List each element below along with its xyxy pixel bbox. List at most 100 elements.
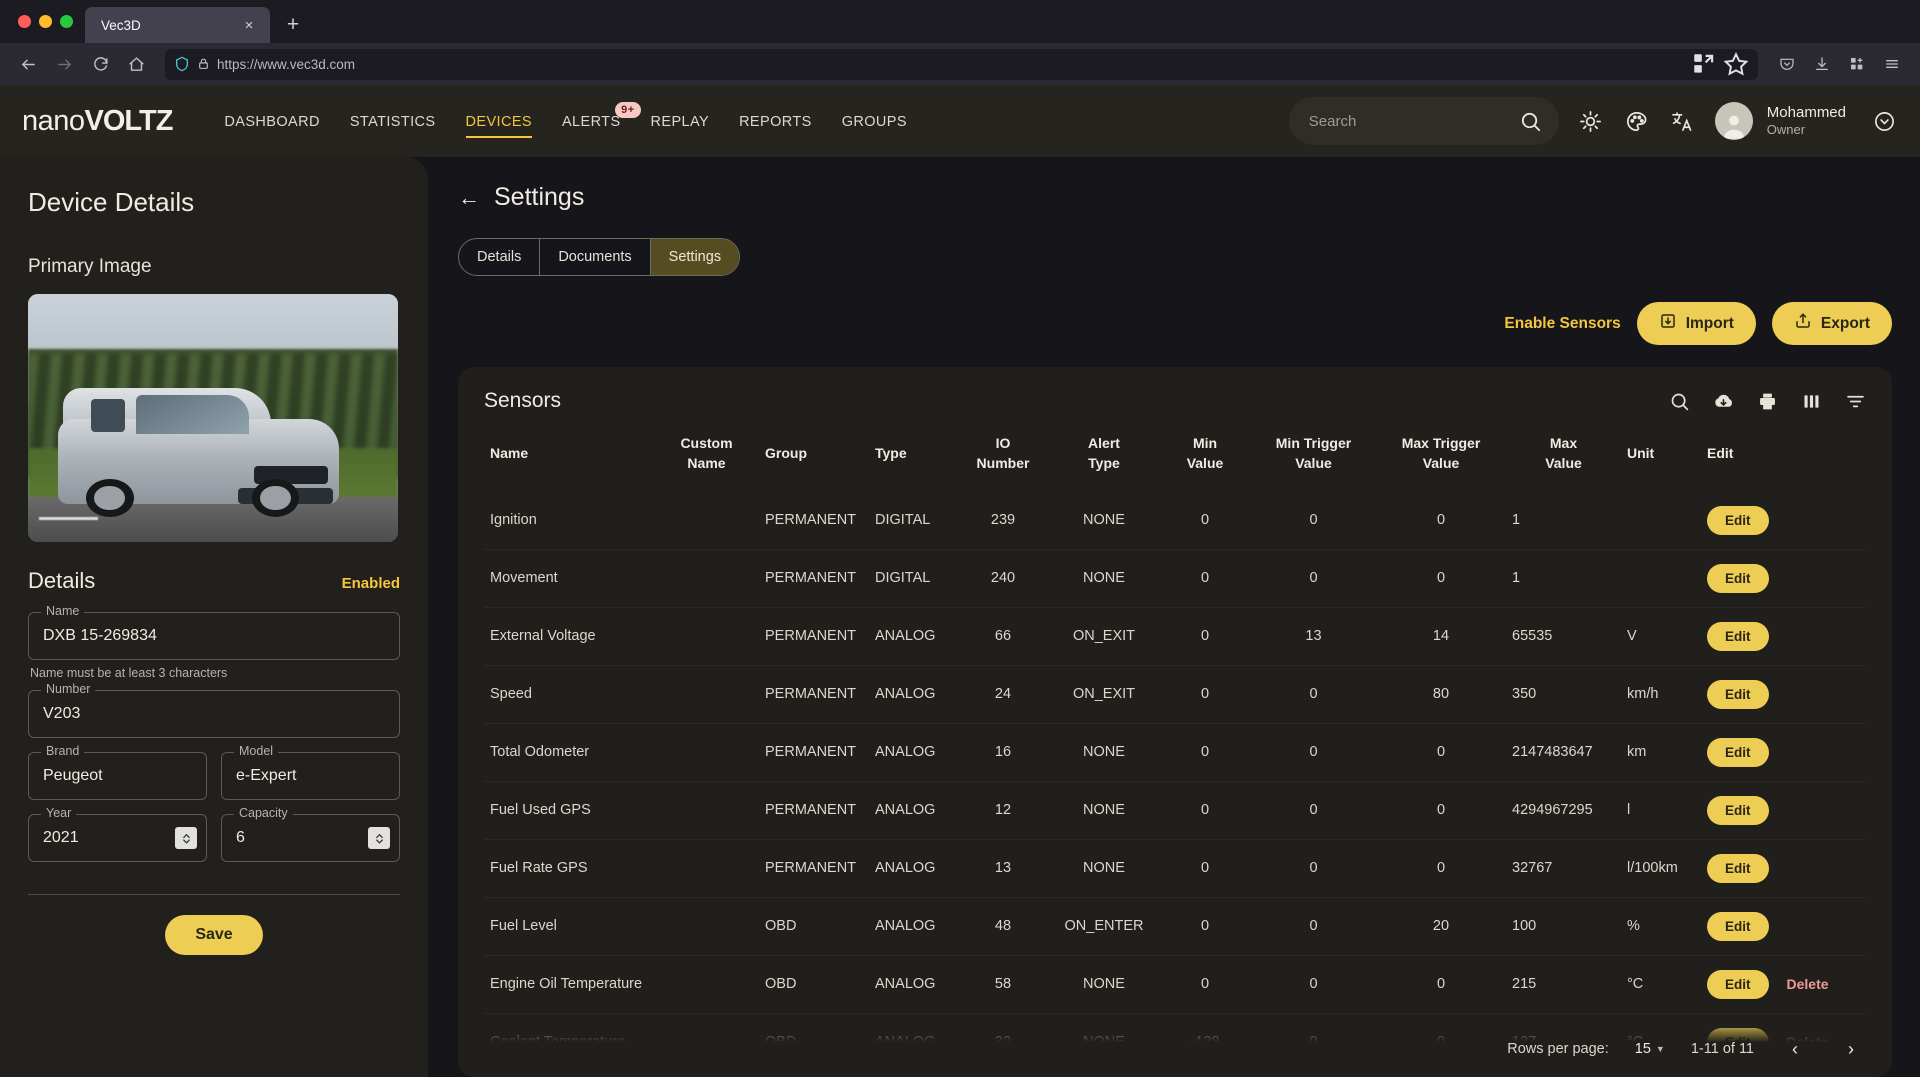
translate-icon[interactable] — [1669, 107, 1697, 135]
column-header-name[interactable]: Name — [484, 423, 654, 492]
name-input[interactable]: DXB 15-269834 — [28, 612, 400, 660]
bookmark-star-icon[interactable] — [1723, 51, 1749, 77]
back-arrow-icon[interactable]: ← — [458, 186, 480, 209]
download-cloud-icon[interactable] — [1712, 390, 1734, 412]
edit-button[interactable]: Edit — [1707, 853, 1769, 883]
column-header-min-trigger-value[interactable]: Min Trigger Value — [1251, 423, 1376, 492]
table-row[interactable]: Total Odometer PERMANENT ANALOG 16 NONE 0 0 0 21… — [484, 722, 1866, 782]
global-search[interactable] — [1288, 97, 1559, 145]
save-button[interactable]: Save — [165, 915, 263, 955]
search-input[interactable] — [1308, 112, 1509, 130]
table-row[interactable]: External Voltage PERMANENT ANALOG 66 ON_EXIT… — [484, 606, 1866, 666]
sensors-table-wrapper[interactable]: Name Custom Name Group Type IO Number Al… — [458, 423, 1892, 1077]
header-line-1: Min Trigger — [1275, 435, 1352, 451]
table-row[interactable]: Engine Oil Temperature OBD ANALOG 58 NONE 0 0 0… — [484, 954, 1866, 1014]
maximize-window-button[interactable] — [60, 15, 73, 28]
theme-palette-icon[interactable] — [1623, 107, 1651, 135]
rows-per-page-value: 15 — [1634, 1041, 1651, 1057]
edit-button[interactable]: Edit — [1707, 795, 1769, 825]
nav-item-devices[interactable]: DEVICES — [465, 90, 533, 152]
back-icon[interactable] — [12, 49, 45, 80]
capacity-stepper[interactable] — [368, 827, 390, 849]
extension-icon[interactable] — [1691, 51, 1717, 77]
previous-page-button[interactable]: ‹ — [1780, 1034, 1810, 1064]
column-header-unit[interactable]: Unit — [1621, 423, 1701, 492]
add-extension-icon[interactable] — [1840, 49, 1873, 80]
brightness-icon[interactable] — [1577, 107, 1605, 135]
table-row[interactable]: Fuel Level OBD ANALOG 48 ON_ENTER 0 0 20 100% Edi… — [484, 896, 1866, 956]
column-header-custom-name[interactable]: Custom Name — [654, 423, 759, 492]
table-row[interactable]: Fuel Rate GPS PERMANENT ANALOG 13 NONE 0 0 0 327… — [484, 838, 1866, 898]
column-header-max-value[interactable]: Max Value — [1506, 423, 1621, 492]
edit-button[interactable]: Edit — [1707, 737, 1769, 767]
delete-button[interactable]: Delete — [1787, 976, 1829, 992]
table-row[interactable]: Speed PERMANENT ANALOG 24 ON_EXIT 0 0 80 350 km/h… — [484, 664, 1866, 724]
pocket-icon[interactable] — [1770, 49, 1803, 80]
home-icon[interactable] — [120, 49, 153, 80]
edit-button[interactable]: Edit — [1707, 679, 1769, 709]
column-header-group[interactable]: Group — [759, 423, 869, 492]
number-field[interactable]: Number V203 — [28, 682, 400, 738]
columns-icon[interactable] — [1800, 390, 1822, 412]
browser-tab[interactable]: Vec3D × — [85, 7, 270, 43]
user-info[interactable]: Mohammed Owner — [1767, 104, 1846, 139]
forward-icon[interactable] — [48, 49, 81, 80]
tab-documents[interactable]: Documents — [540, 239, 651, 275]
brand-field[interactable]: Brand Peugeot — [28, 744, 207, 800]
edit-button[interactable]: Edit — [1707, 621, 1769, 651]
nav-item-reports[interactable]: REPORTS — [739, 90, 812, 152]
import-button[interactable]: Import — [1636, 302, 1756, 345]
close-window-button[interactable] — [18, 15, 31, 28]
column-header-io-number[interactable]: IO Number — [957, 423, 1049, 492]
nav-item-alerts[interactable]: ALERTS 9+ — [562, 90, 641, 152]
enable-sensors-button[interactable]: Enable Sensors — [1504, 315, 1620, 333]
table-row[interactable]: Movement PERMANENT DIGITAL 240 NONE 0 0 0 1 Edit — [484, 548, 1866, 608]
device-primary-image[interactable] — [28, 294, 398, 542]
search-icon[interactable] — [1517, 107, 1545, 135]
model-field[interactable]: Model e-Expert — [221, 744, 400, 800]
year-stepper[interactable] — [175, 827, 197, 849]
brand-input[interactable]: Peugeot — [28, 752, 207, 800]
hamburger-menu-icon[interactable] — [1875, 49, 1908, 80]
year-field[interactable]: Year 2021 — [28, 806, 207, 862]
edit-button[interactable]: Edit — [1707, 911, 1769, 941]
column-header-min-value[interactable]: Min Value — [1159, 423, 1251, 492]
close-icon[interactable]: × — [238, 14, 260, 36]
avatar[interactable] — [1714, 102, 1753, 140]
export-button[interactable]: Export — [1771, 302, 1892, 345]
number-input[interactable]: V203 — [28, 690, 400, 738]
chevron-down-icon[interactable] — [1870, 107, 1898, 135]
edit-button[interactable]: Edit — [1707, 969, 1769, 999]
capacity-field[interactable]: Capacity 6 — [221, 806, 400, 862]
edit-button[interactable]: Edit — [1707, 505, 1769, 535]
table-row[interactable]: Ignition PERMANENT DIGITAL 239 NONE 0 0 0 1 Edit — [484, 492, 1866, 550]
nav-item-statistics[interactable]: STATISTICS — [350, 90, 436, 152]
column-header-edit[interactable]: Edit — [1701, 423, 1866, 492]
nav-item-dashboard[interactable]: DASHBOARD — [224, 90, 319, 152]
table-search-icon[interactable] — [1668, 390, 1690, 412]
print-icon[interactable] — [1756, 390, 1778, 412]
downloads-icon[interactable] — [1805, 49, 1838, 80]
new-tab-button[interactable]: + — [276, 7, 310, 43]
column-header-alert-type[interactable]: Alert Type — [1049, 423, 1159, 492]
tab-settings[interactable]: Settings — [650, 239, 740, 275]
model-input[interactable]: e-Expert — [221, 752, 400, 800]
column-header-max-trigger-value[interactable]: Max Trigger Value — [1376, 423, 1506, 492]
address-bar[interactable]: https://www.vec3d.com — [165, 48, 1758, 80]
minimize-window-button[interactable] — [39, 15, 52, 28]
column-header-type[interactable]: Type — [869, 423, 957, 492]
reload-icon[interactable] — [84, 49, 117, 80]
name-field[interactable]: Name DXB 15-269834 — [28, 604, 400, 660]
brand-logo[interactable]: nanoVOLTZ — [22, 105, 173, 138]
nav-item-replay[interactable]: REPLAY — [651, 90, 710, 152]
rows-per-page-select[interactable]: 15 ▼ — [1635, 1041, 1665, 1057]
nav-item-groups[interactable]: GROUPS — [842, 90, 907, 152]
tab-details[interactable]: Details — [459, 239, 541, 275]
cell-io: 66 — [957, 606, 1049, 666]
browser-tabstrip: Vec3D × + — [0, 0, 1920, 43]
filter-icon[interactable] — [1844, 390, 1866, 412]
edit-button[interactable]: Edit — [1707, 563, 1769, 593]
cell-name: Movement — [484, 548, 654, 608]
table-row[interactable]: Fuel Used GPS PERMANENT ANALOG 12 NONE 0 0 0 429… — [484, 780, 1866, 840]
next-page-button[interactable]: › — [1836, 1034, 1866, 1064]
